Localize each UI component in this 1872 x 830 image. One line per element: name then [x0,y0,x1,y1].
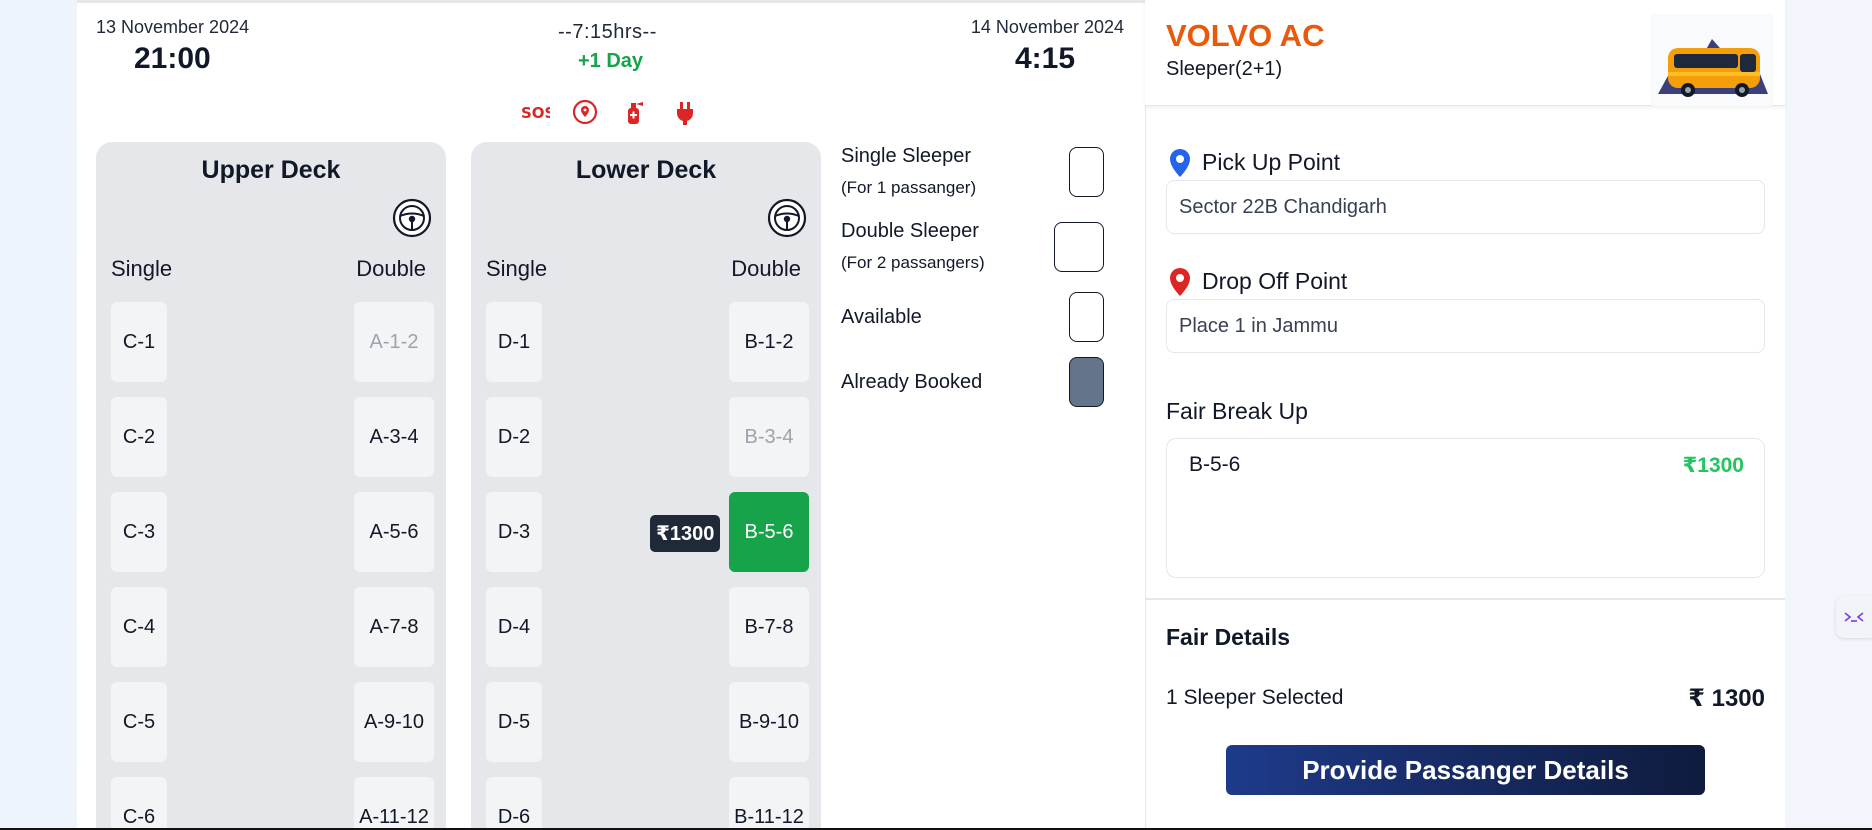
legend-booked-swatch [1069,357,1104,407]
legend-single-sub: (For 1 passanger) [841,178,977,197]
lower-deck: Lower Deck Single Double D-1 D-2 D-3 D-4… [471,142,821,830]
seat-c-3[interactable]: C-3 [111,492,167,572]
seat-d-4[interactable]: D-4 [486,587,542,667]
seat-a-11-12[interactable]: A-11-12 [354,777,434,830]
legend-available-swatch [1069,292,1104,342]
seat-a-5-6[interactable]: A-5-6 [354,492,434,572]
seat-price-tooltip: ₹1300 [650,515,721,552]
seat-a-9-10[interactable]: A-9-10 [354,682,434,762]
seat-b-1-2[interactable]: B-1-2 [729,302,809,382]
fare-breakup-title: Fair Break Up [1166,398,1308,424]
legend-booked: Already Booked [841,371,983,393]
section-divider [1145,598,1785,600]
journey-duration: --7:15hrs-- [558,21,657,43]
legend-single-swatch [1069,147,1104,197]
departure-date: 13 November 2024 [96,17,250,37]
side-collapse-widget[interactable] [1836,596,1872,638]
seat-b-9-10[interactable]: B-9-10 [729,682,809,762]
sos-text: SOS [521,104,550,121]
dropoff-label: Drop Off Point [1202,268,1348,294]
fare-breakup-amount: ₹1300 [1682,454,1744,477]
provide-passenger-details-button[interactable]: Provide Passanger Details [1226,745,1705,795]
lower-deck-title: Lower Deck [575,156,717,184]
seat-c-5[interactable]: C-5 [111,682,167,762]
pickup-label: Pick Up Point [1202,149,1341,175]
steering-wheel-icon [392,198,432,238]
bus-name: VOLVO AC [1166,18,1325,53]
double-column-label: Double [731,256,801,281]
fire-extinguisher-icon [621,98,649,126]
seat-a-1-2-booked: A-1-2 [354,302,434,382]
seat-d-2[interactable]: D-2 [486,397,542,477]
fare-details-title: Fair Details [1166,624,1290,650]
arrival-date: 14 November 2024 [970,17,1124,37]
legend-double-swatch [1054,222,1104,272]
sos-icon: SOS [520,98,550,126]
seat-c-4[interactable]: C-4 [111,587,167,667]
top-rule [77,0,1145,3]
single-column-label: Single [111,256,173,281]
steering-wheel-icon [767,198,807,238]
collapse-arrows-icon [1844,612,1864,622]
pickup-input[interactable] [1166,180,1765,234]
day-offset: +1 Day [578,50,644,72]
single-column-label: Single [486,256,548,281]
live-tracking-icon [571,98,599,126]
seat-b-3-4-booked: B-3-4 [729,397,809,477]
legend-single-sleeper: Single Sleeper [841,145,972,167]
seat-c-2[interactable]: C-2 [111,397,167,477]
bus-type: Sleeper(2+1) [1166,58,1283,80]
fare-breakup-box: B-5-6 ₹1300 [1166,438,1765,578]
dropoff-location-icon [1168,267,1192,297]
seat-b-5-6-selected[interactable]: B-5-6 [729,492,809,572]
bus-image [1650,14,1774,106]
dropoff-input[interactable] [1166,299,1765,353]
pickup-location-icon [1168,148,1192,178]
seat-b-11-12[interactable]: B-11-12 [729,777,809,830]
upper-deck: Upper Deck Single Double C-1 C-2 C-3 C-4… [96,142,446,830]
seat-c-1[interactable]: C-1 [111,302,167,382]
departure-time: 21:00 [134,42,211,75]
legend-double-sleeper: Double Sleeper [841,220,979,242]
seat-d-6[interactable]: D-6 [486,777,542,830]
fare-total: ₹ 1300 [1688,685,1765,712]
sleepers-selected-text: 1 Sleeper Selected [1166,686,1344,709]
seat-d-1[interactable]: D-1 [486,302,542,382]
seat-d-5[interactable]: D-5 [486,682,542,762]
double-column-label: Double [356,256,426,281]
seat-b-7-8[interactable]: B-7-8 [729,587,809,667]
seat-a-7-8[interactable]: A-7-8 [354,587,434,667]
charging-plug-icon [671,98,699,126]
seat-c-6[interactable]: C-6 [111,777,167,830]
upper-deck-title: Upper Deck [201,156,341,184]
fare-breakup-seat: B-5-6 [1189,453,1241,476]
legend-double-sub: (For 2 passangers) [841,253,985,272]
seat-a-3-4[interactable]: A-3-4 [354,397,434,477]
seat-d-3[interactable]: D-3 [486,492,542,572]
arrival-time: 4:15 [1015,42,1076,75]
legend-available: Available [841,306,922,328]
